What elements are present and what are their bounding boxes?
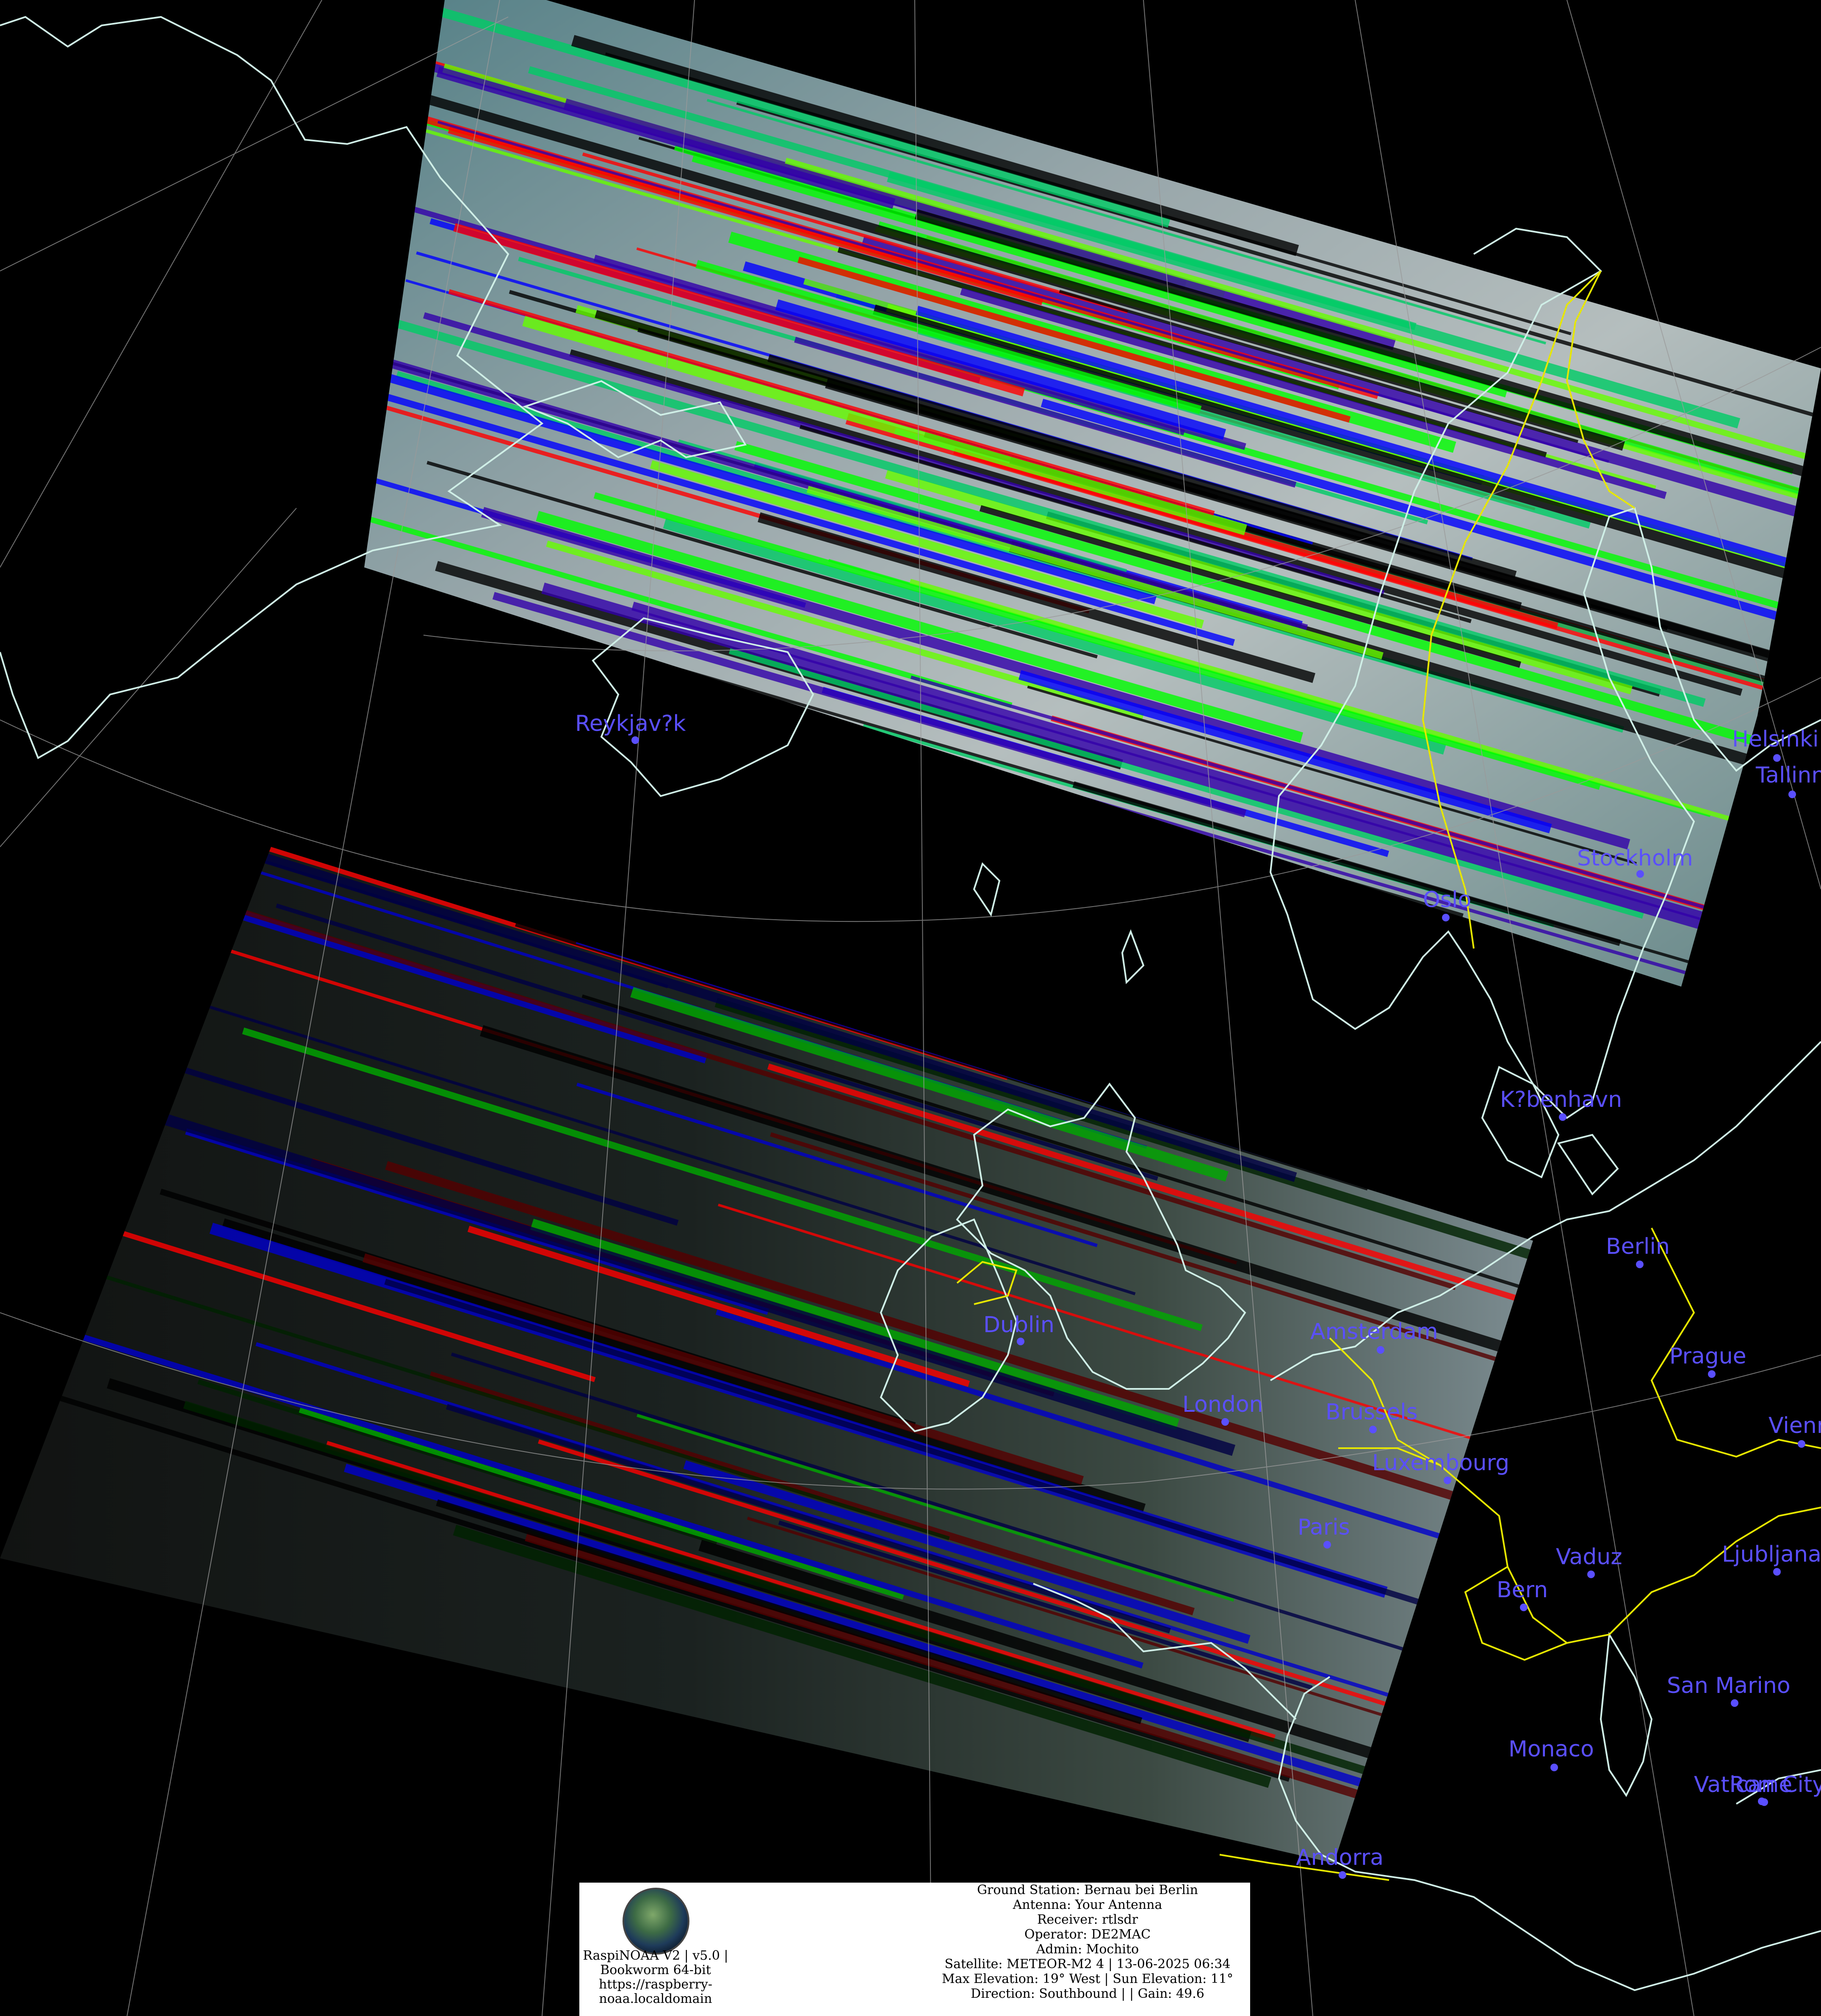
city-dot [1798,1440,1805,1448]
software-line: noaa.localdomain [599,1991,712,2006]
city-label: London [1182,1392,1263,1417]
city-label: Amsterdam [1310,1319,1438,1344]
station-line: Receiver: rtlsdr [1037,1912,1138,1927]
city-label: Stockholm [1577,846,1693,871]
city-label: Paris [1298,1515,1350,1540]
city-label: Helsinki [1732,727,1819,752]
software-info: RaspiNOAA V2 | v5.0 | Bookworm 64-bit ht… [579,1949,732,2006]
city-label: Berlin [1606,1234,1670,1259]
city-label: Bern [1497,1577,1548,1603]
city-dot [1773,754,1781,762]
city-label: Vaduz [1556,1544,1622,1570]
city-label: Tallinn [1755,763,1821,788]
city-dot [1442,914,1450,921]
city-label: Brussels [1326,1399,1418,1425]
city-label: Monaco [1508,1737,1594,1762]
station-line: Admin: Mochito [1036,1942,1139,1957]
city-label: K?benhavn [1500,1087,1622,1112]
station-line: Operator: DE2MAC [1024,1927,1151,1942]
station-info: Ground Station: Bernau bei Berlin Antenn… [927,1883,1248,2001]
city-dot [1323,1541,1331,1549]
city-dot [1339,1871,1346,1879]
city-dot [1520,1604,1528,1611]
city-label: San Marino [1667,1673,1791,1698]
city-dot [1731,1699,1738,1707]
city-dot [1760,1798,1768,1806]
software-line: Bookworm 64-bit [600,1963,711,1977]
city-dot [1773,1568,1781,1576]
city-label: Oslo [1423,887,1471,913]
station-line: Antenna: Your Antenna [1013,1897,1162,1912]
software-line: RaspiNOAA V2 | v5.0 | [583,1948,728,1963]
city-label: Vienna [1768,1413,1821,1438]
city-dot [1559,1113,1566,1121]
city-label: Luxembourg [1372,1450,1509,1476]
station-line: Satellite: METEOR-M2 4 | 13-06-2025 06:3… [944,1957,1231,1972]
city-dot [1017,1338,1024,1345]
city-dot [1708,1370,1716,1378]
city-label: Prague [1669,1344,1746,1369]
city-dot [1587,1571,1595,1578]
city-dot [1444,1477,1451,1484]
station-line: Ground Station: Bernau bei Berlin [977,1883,1198,1897]
city-dot [1550,1764,1558,1771]
software-line: https://raspberry- [599,1977,712,1992]
city-label: Rome [1730,1772,1792,1798]
satellite-map: Reykjav?k Helsinki Tallinn Stockholm Oslo K?b… [0,0,1821,2016]
city-label: Ljubljana [1722,1542,1821,1567]
city-dot [631,736,639,744]
station-line: Direction: Southbound | | Gain: 49.6 [971,1986,1204,2001]
city-dot [1377,1346,1384,1354]
station-line: Max Elevation: 19° West | Sun Elevation:… [942,1972,1233,1986]
satellite-globe-logo [623,1888,689,1955]
city-dot [1788,791,1796,798]
city-label: Reykjav?k [575,711,686,736]
city-label: Andorra [1296,1845,1384,1870]
city-label: Dublin [983,1312,1054,1338]
city-dot [1369,1426,1377,1433]
city-dot [1636,870,1644,878]
ground-station-info-box: RaspiNOAA V2 | v5.0 | Bookworm 64-bit ht… [579,1883,1250,2016]
city-dot [1221,1418,1229,1426]
city-dot [1636,1261,1644,1268]
